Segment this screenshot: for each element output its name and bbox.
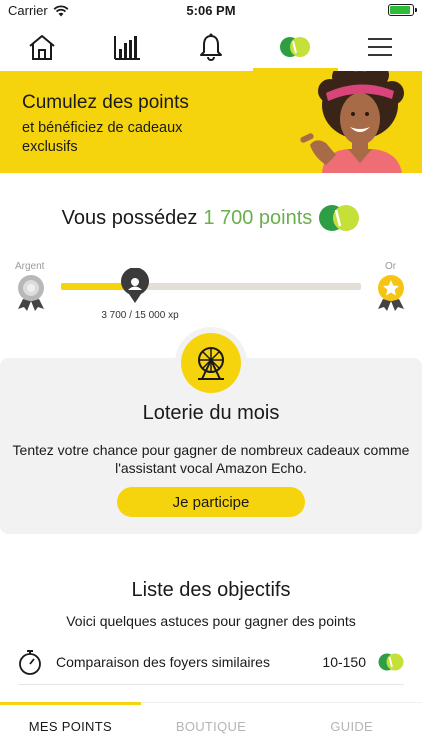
- row-divider: [18, 684, 404, 685]
- menu-icon: [367, 37, 392, 56]
- progress-track: [61, 283, 361, 290]
- gold-medal-icon: [378, 275, 404, 311]
- participate-button[interactable]: Je participe: [117, 487, 305, 517]
- bottom-tab-bar: MES POINTS BOUTIQUE GUIDE: [0, 702, 422, 750]
- points-prefix: Vous possédez: [61, 206, 198, 229]
- nav-points[interactable]: [253, 22, 339, 71]
- points-summary: Vous possédez 1 700 points: [0, 204, 422, 232]
- objective-label: Comparaison des foyers similaires: [56, 654, 270, 670]
- status-bar: Carrier 5:06 PM: [0, 0, 422, 22]
- user-position-marker: [121, 268, 150, 303]
- points-value: 1 700 points: [203, 206, 313, 229]
- progress-text: 3 700 / 15 000 xp: [101, 310, 179, 321]
- stopwatch-icon: [19, 650, 41, 675]
- objectives-subtitle: Voici quelques astuces pour gagner des p…: [66, 613, 356, 629]
- lottery-description: Tentez votre chance pour gagner de nombr…: [12, 442, 410, 476]
- promo-banner[interactable]: Cumulez des points et bénéficiez de cade…: [0, 71, 422, 173]
- lottery-badge: [175, 327, 247, 399]
- objective-row[interactable]: Comparaison des foyers similaires 10-150: [18, 642, 404, 682]
- banner-subtitle: et bénéficiez de cadeaux exclusifs: [22, 120, 183, 155]
- banner-title: Cumulez des points: [22, 92, 189, 113]
- ferris-wheel-icon: [198, 347, 224, 380]
- battery-icon: [388, 4, 417, 16]
- home-icon: [29, 34, 55, 60]
- nav-notifications[interactable]: [169, 22, 253, 71]
- progress-end-label: Or: [385, 261, 397, 272]
- status-time: 5:06 PM: [186, 3, 236, 18]
- points-logo-icon: [319, 205, 360, 231]
- tab-mes-points[interactable]: MES POINTS: [0, 702, 141, 750]
- top-nav: [0, 22, 422, 71]
- status-right: [388, 4, 417, 16]
- objectives-title: Liste des objectifs: [131, 579, 291, 601]
- points-logo-icon: [280, 36, 311, 57]
- banner-woman-photo: [300, 71, 404, 173]
- lottery-title: Loterie du mois: [142, 402, 280, 424]
- chart-icon: [113, 35, 140, 60]
- nav-menu[interactable]: [338, 22, 422, 71]
- progress-start-label: Argent: [15, 261, 45, 272]
- tab-boutique[interactable]: BOUTIQUE: [141, 703, 282, 750]
- points-logo-icon: [378, 653, 404, 671]
- objective-range: 10-150: [322, 654, 366, 670]
- tab-guide[interactable]: GUIDE: [281, 703, 422, 750]
- nav-stats[interactable]: [84, 22, 168, 71]
- silver-medal-icon: [18, 275, 44, 311]
- bell-icon: [200, 33, 223, 61]
- nav-home[interactable]: [0, 22, 84, 71]
